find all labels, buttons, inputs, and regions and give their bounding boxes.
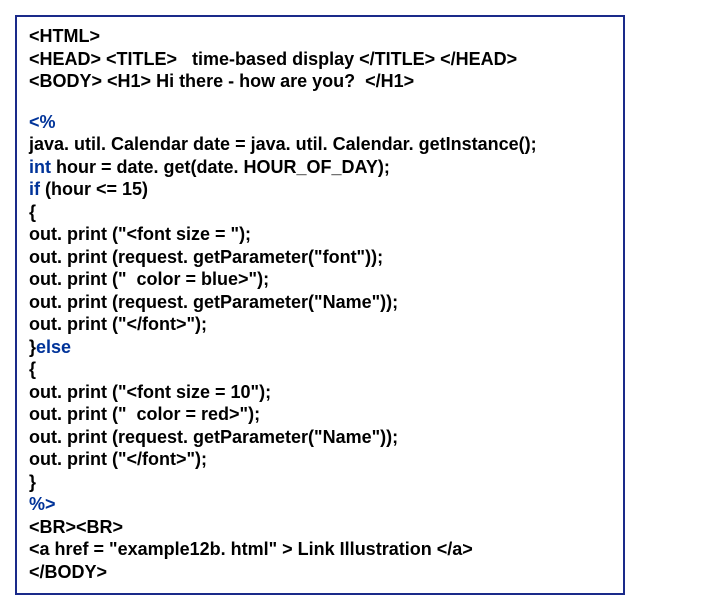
code-text: (hour <= 15)	[40, 179, 148, 199]
code-line: <%	[29, 111, 611, 134]
code-line: out. print ("</font>");	[29, 313, 611, 336]
code-line: out. print (" color = red>");	[29, 403, 611, 426]
code-line: int hour = date. get(date. HOUR_OF_DAY);	[29, 156, 611, 179]
code-line: }else	[29, 336, 611, 359]
code-line: out. print (" color = blue>");	[29, 268, 611, 291]
keyword-if: if	[29, 179, 40, 199]
code-line: {	[29, 358, 611, 381]
code-line: <a href = "example12b. html" > Link Illu…	[29, 538, 611, 561]
code-line: {	[29, 201, 611, 224]
code-line: <HEAD> <TITLE> time-based display </TITL…	[29, 48, 611, 71]
scriptlet-close: %>	[29, 494, 56, 514]
blank-line	[29, 93, 611, 111]
keyword-int: int	[29, 157, 51, 177]
code-line: <BODY> <H1> Hi there - how are you? </H1…	[29, 70, 611, 93]
code-line: out. print (request. getParameter("font"…	[29, 246, 611, 269]
code-text: }	[29, 337, 36, 357]
code-line: %>	[29, 493, 611, 516]
code-line: java. util. Calendar date = java. util. …	[29, 133, 611, 156]
code-line: out. print ("</font>");	[29, 448, 611, 471]
code-listing: <HTML> <HEAD> <TITLE> time-based display…	[15, 15, 625, 595]
code-line: out. print (request. getParameter("Name"…	[29, 426, 611, 449]
code-line: <HTML>	[29, 25, 611, 48]
keyword-else: else	[36, 337, 71, 357]
code-text: hour = date. get(date. HOUR_OF_DAY);	[51, 157, 390, 177]
code-line: out. print ("<font size = 10");	[29, 381, 611, 404]
code-line: if (hour <= 15)	[29, 178, 611, 201]
code-line: out. print (request. getParameter("Name"…	[29, 291, 611, 314]
code-line: <BR><BR>	[29, 516, 611, 539]
code-line: </BODY>	[29, 561, 611, 584]
code-line: out. print ("<font size = ");	[29, 223, 611, 246]
scriptlet-open: <%	[29, 112, 56, 132]
code-line: }	[29, 471, 611, 494]
